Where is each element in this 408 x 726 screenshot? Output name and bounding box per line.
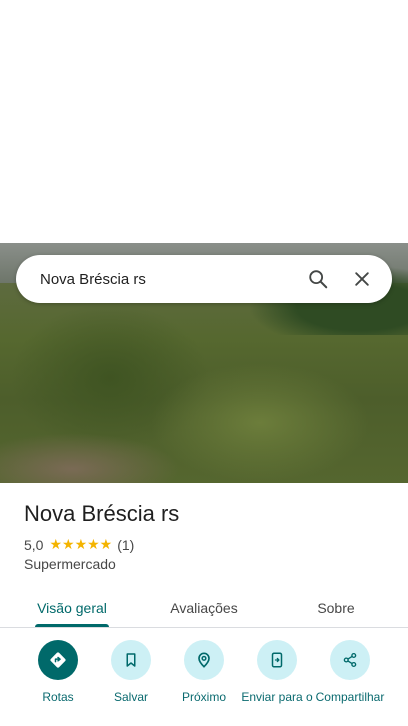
nearby-label: Próximo xyxy=(181,690,226,704)
place-category: Supermercado xyxy=(24,556,116,572)
directions-button[interactable]: Rotas xyxy=(21,640,95,705)
save-label: Salvar xyxy=(113,690,148,704)
directions-label: Rotas xyxy=(42,690,74,704)
bookmark-icon xyxy=(111,640,151,680)
directions-icon xyxy=(38,640,78,680)
tab-overview[interactable]: Visão geral xyxy=(28,588,116,628)
share-icon xyxy=(330,640,370,680)
active-tab-indicator xyxy=(35,624,109,627)
send-to-phone-icon xyxy=(257,640,297,680)
photo-ground xyxy=(0,433,180,483)
place-title: Nova Bréscia rs xyxy=(24,501,180,526)
close-icon[interactable] xyxy=(344,261,380,297)
rating-value: 5,0 xyxy=(24,536,44,553)
search-icon[interactable] xyxy=(300,261,336,297)
search-bar[interactable]: Nova Bréscia rs xyxy=(16,255,392,303)
rating-row[interactable]: 5,0 ★★★★★ (1) xyxy=(24,536,134,553)
nearby-button[interactable]: Próximo xyxy=(167,640,241,705)
send-to-phone-label: Enviar para o xyxy=(241,690,313,704)
search-query[interactable]: Nova Bréscia rs xyxy=(40,271,292,288)
tab-about[interactable]: Sobre xyxy=(296,588,376,628)
tab-reviews[interactable]: Avaliações xyxy=(160,588,248,628)
map-blank-area xyxy=(0,0,408,243)
share-label: Compartilhar xyxy=(315,690,385,704)
star-icons: ★★★★★ xyxy=(49,536,113,552)
action-buttons-row: Rotas Salvar Próximo Enviar para o Compa… xyxy=(0,640,408,726)
share-button[interactable]: Compartilhar xyxy=(313,640,387,705)
send-to-phone-button[interactable]: Enviar para o xyxy=(240,640,314,705)
place-tabs: Visão geral Avaliações Sobre xyxy=(0,588,408,628)
photo-grass xyxy=(150,363,370,483)
save-button[interactable]: Salvar xyxy=(94,640,168,705)
review-count[interactable]: (1) xyxy=(117,537,134,553)
nearby-icon xyxy=(184,640,224,680)
